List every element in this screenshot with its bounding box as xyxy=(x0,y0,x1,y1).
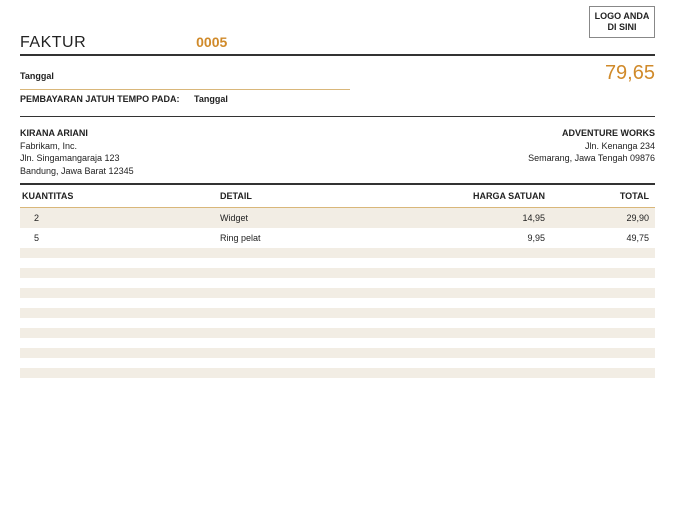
col-unit-header: HARGA SATUAN xyxy=(430,191,545,201)
table-row xyxy=(20,368,655,378)
table-row xyxy=(20,348,655,358)
due-label: PEMBAYARAN JATUH TEMPO PADA: xyxy=(20,94,180,104)
bill-to: ADVENTURE WORKS Jln. Kenanga 234 Semaran… xyxy=(528,127,655,177)
cell-total: 29,90 xyxy=(545,213,655,223)
grand-total: 79,65 xyxy=(605,62,655,85)
table-row xyxy=(20,328,655,338)
accent-divider xyxy=(20,89,350,90)
parties-block: KIRANA ARIANI Fabrikam, Inc. Jln. Singam… xyxy=(20,116,655,183)
date-label: Tanggal xyxy=(20,71,54,81)
to-street: Jln. Kenanga 234 xyxy=(528,140,655,153)
bill-from: KIRANA ARIANI Fabrikam, Inc. Jln. Singam… xyxy=(20,127,134,177)
cell-unit: 9,95 xyxy=(430,233,545,243)
cell-total: 49,75 xyxy=(545,233,655,243)
cell-qty: 2 xyxy=(20,213,220,223)
table-row xyxy=(20,278,655,288)
table-row xyxy=(20,288,655,298)
to-city: Semarang, Jawa Tengah 09876 xyxy=(528,152,655,165)
invoice-number: 0005 xyxy=(196,34,227,50)
table-row xyxy=(20,298,655,308)
cell-detail: Widget xyxy=(220,213,430,223)
table-row xyxy=(20,378,655,388)
logo-placeholder: LOGO ANDA DI SINI xyxy=(589,6,655,38)
from-city: Bandung, Jawa Barat 12345 xyxy=(20,165,134,178)
table-row xyxy=(20,268,655,278)
table-row xyxy=(20,358,655,368)
invoice-header: FAKTUR 0005 xyxy=(20,10,655,56)
table-body: 2Widget14,9529,905Ring pelat9,9549,75 xyxy=(20,208,655,388)
col-qty-header: KUANTITAS xyxy=(20,191,220,201)
due-value: Tanggal xyxy=(194,94,228,104)
from-company: Fabrikam, Inc. xyxy=(20,140,134,153)
table-row xyxy=(20,318,655,328)
invoice-label: FAKTUR xyxy=(20,34,86,52)
cell-detail: Ring pelat xyxy=(220,233,430,243)
from-street: Jln. Singamangaraja 123 xyxy=(20,152,134,165)
payment-due-row: PEMBAYARAN JATUH TEMPO PADA: Tanggal xyxy=(20,94,655,116)
date-total-row: Tanggal 79,65 xyxy=(20,56,655,89)
col-total-header: TOTAL xyxy=(545,191,655,201)
table-row: 5Ring pelat9,9549,75 xyxy=(20,228,655,248)
cell-unit: 14,95 xyxy=(430,213,545,223)
table-row xyxy=(20,308,655,318)
table-row xyxy=(20,248,655,258)
table-row: 2Widget14,9529,90 xyxy=(20,208,655,228)
table-row xyxy=(20,258,655,268)
col-detail-header: DETAIL xyxy=(220,191,430,201)
table-row xyxy=(20,338,655,348)
from-name: KIRANA ARIANI xyxy=(20,127,134,140)
cell-qty: 5 xyxy=(20,233,220,243)
table-header: KUANTITAS DETAIL HARGA SATUAN TOTAL xyxy=(20,183,655,208)
to-name: ADVENTURE WORKS xyxy=(528,127,655,140)
